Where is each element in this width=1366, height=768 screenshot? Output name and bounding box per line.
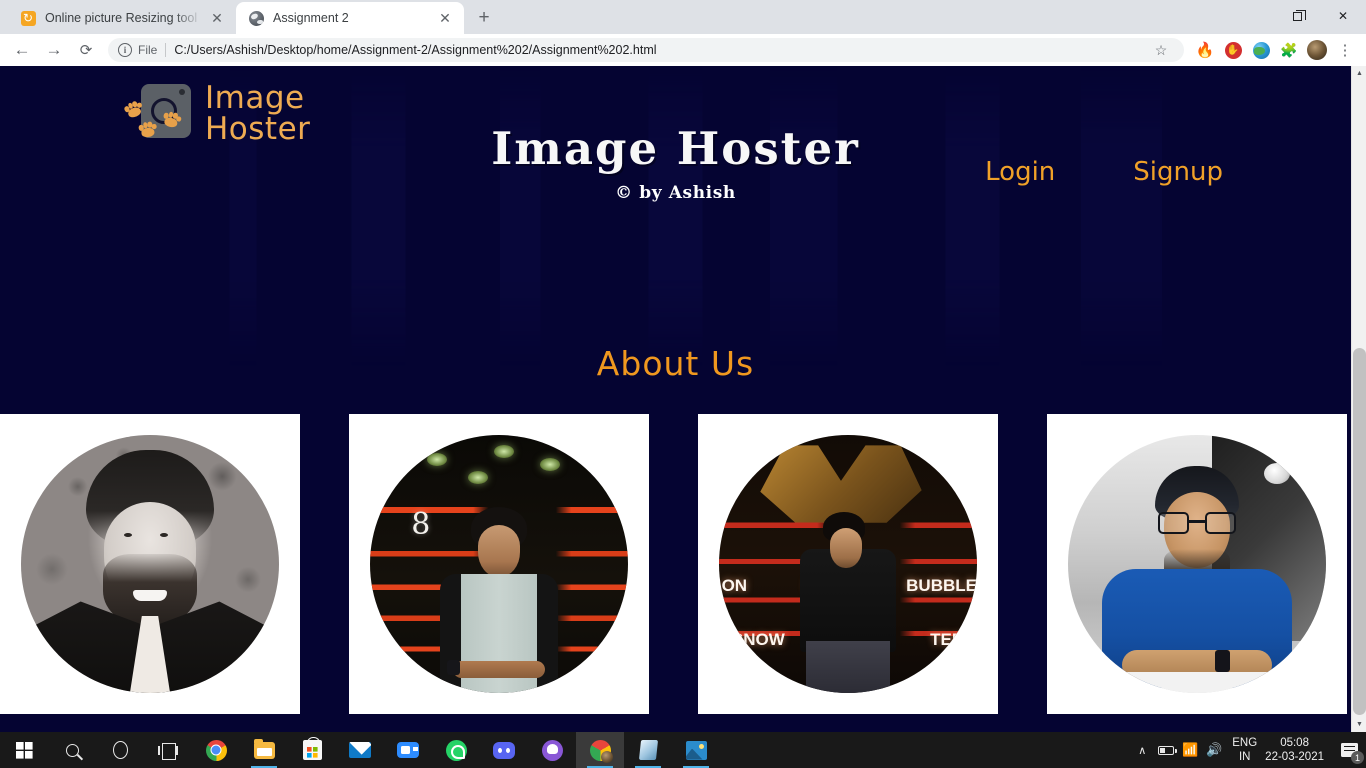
about-section-header: About Us	[0, 344, 1351, 383]
image-hoster-page: Image Hoster Image Hoster © by Ashish Lo…	[0, 66, 1351, 732]
scroll-up-arrow-icon[interactable]: ▲	[1352, 66, 1366, 81]
taskbar-sticky-notes[interactable]	[624, 732, 672, 768]
clock-date: 22-03-2021	[1265, 751, 1324, 763]
window-controls: ✕	[1228, 0, 1366, 32]
team-photo-card[interactable]	[1047, 414, 1347, 714]
resize-tool-icon	[20, 10, 36, 26]
team-photo-2: 8	[370, 435, 628, 693]
team-photo-1	[21, 435, 279, 693]
close-window-button[interactable]: ✕	[1320, 0, 1366, 32]
taskbar-chrome[interactable]	[192, 732, 240, 768]
chrome-browser-window: Online picture Resizing tool → Co ✕ Assi…	[0, 0, 1366, 768]
team-photo-card[interactable]: ON LI BUBBLE SNOW TER	[698, 414, 998, 714]
taskbar-microsoft-store[interactable]	[288, 732, 336, 768]
taskbar-discord[interactable]	[480, 732, 528, 768]
adblock-stop-icon[interactable]: ✋	[1220, 37, 1246, 63]
notification-center-button[interactable]: 1	[1332, 732, 1366, 768]
tab-strip: Online picture Resizing tool → Co ✕ Assi…	[0, 0, 1366, 34]
about-us-heading: About Us	[596, 344, 755, 383]
notification-count-badge: 1	[1351, 751, 1364, 764]
page-scrollbar[interactable]: ▲ ▼	[1351, 66, 1366, 732]
taskbar-whatsapp[interactable]	[432, 732, 480, 768]
volume-icon[interactable]: 🔊	[1202, 732, 1226, 768]
language-line-1: ENG	[1232, 737, 1258, 749]
forward-button[interactable]: →	[40, 36, 68, 64]
idm-globe-icon[interactable]	[1248, 37, 1274, 63]
windows-taskbar: ∧ 📶 🔊 ENG IN 05:08 22-03-2021 1	[0, 732, 1366, 768]
cortana-button[interactable]	[96, 732, 144, 768]
signup-link[interactable]: Signup	[1133, 159, 1223, 185]
taskbar-zoom[interactable]	[384, 732, 432, 768]
chrome-menu-icon[interactable]: ⋮	[1332, 37, 1358, 63]
tab-title: Online picture Resizing tool → Co	[45, 11, 202, 25]
site-info-icon[interactable]: i	[118, 43, 132, 57]
puzzle-extensions-icon[interactable]: 🧩	[1276, 37, 1302, 63]
team-photo-4	[1068, 435, 1326, 693]
taskbar-photos[interactable]	[672, 732, 720, 768]
system-tray: ∧ 📶 🔊 ENG IN 05:08 22-03-2021 1	[1130, 732, 1366, 768]
maximize-restore-button[interactable]	[1274, 0, 1320, 32]
minimize-button[interactable]	[1228, 0, 1274, 32]
start-button[interactable]	[0, 732, 48, 768]
flame-extension-icon[interactable]: 🔥	[1192, 37, 1218, 63]
tab-close-icon[interactable]: ✕	[208, 9, 226, 27]
team-photo-card[interactable]	[0, 414, 300, 714]
tab-close-icon[interactable]: ✕	[436, 9, 454, 27]
team-photo-card[interactable]: 8	[349, 414, 649, 714]
globe-file-icon	[248, 10, 264, 26]
scrollbar-thumb[interactable]	[1353, 348, 1366, 715]
page-viewport: Image Hoster Image Hoster © by Ashish Lo…	[0, 66, 1366, 732]
browser-toolbar: ← → ⟳ i File C:/Users/Ashish/Desktop/hom…	[0, 34, 1366, 66]
taskbar-file-explorer[interactable]	[240, 732, 288, 768]
url-separator	[165, 43, 167, 57]
language-line-2: IN	[1238, 751, 1251, 763]
language-indicator[interactable]: ENG IN	[1232, 736, 1257, 764]
task-view-button[interactable]	[144, 732, 192, 768]
team-photo-3: ON LI BUBBLE SNOW TER	[719, 435, 977, 693]
reload-button[interactable]: ⟳	[72, 36, 100, 64]
wifi-icon[interactable]: 📶	[1178, 732, 1202, 768]
clock[interactable]: 05:08 22-03-2021	[1265, 736, 1324, 764]
taskbar-github[interactable]	[528, 732, 576, 768]
scroll-down-arrow-icon[interactable]: ▼	[1352, 717, 1366, 732]
tray-overflow-chevron-icon[interactable]: ∧	[1130, 732, 1154, 768]
browser-tab-2[interactable]: Assignment 2 ✕	[236, 2, 464, 34]
url-text: C:/Users/Ashish/Desktop/home/Assignment-…	[174, 43, 657, 57]
login-link[interactable]: Login	[985, 159, 1055, 185]
browser-tab-1[interactable]: Online picture Resizing tool → Co ✕	[8, 2, 236, 34]
brand-line-1: Image	[205, 80, 305, 116]
clock-time: 05:08	[1280, 737, 1309, 749]
taskbar-chrome-profile[interactable]	[576, 732, 624, 768]
bookmark-star-icon[interactable]: ☆	[1148, 37, 1174, 63]
new-tab-button[interactable]: +	[470, 4, 498, 32]
site-header: Image Hoster Image Hoster © by Ashish Lo…	[0, 66, 1351, 203]
profile-avatar-icon[interactable]	[1304, 37, 1330, 63]
battery-icon[interactable]	[1154, 732, 1178, 768]
address-bar[interactable]: i File C:/Users/Ashish/Desktop/home/Assi…	[108, 38, 1184, 62]
auth-nav: Login Signup	[985, 159, 1223, 185]
tab-title: Assignment 2	[273, 11, 349, 25]
taskbar-mail[interactable]	[336, 732, 384, 768]
team-photo-row: 8 ON LI BUBBLE SNOW	[0, 414, 1351, 714]
url-scheme-label: File	[138, 43, 158, 57]
search-button[interactable]	[48, 732, 96, 768]
back-button[interactable]: ←	[8, 36, 36, 64]
